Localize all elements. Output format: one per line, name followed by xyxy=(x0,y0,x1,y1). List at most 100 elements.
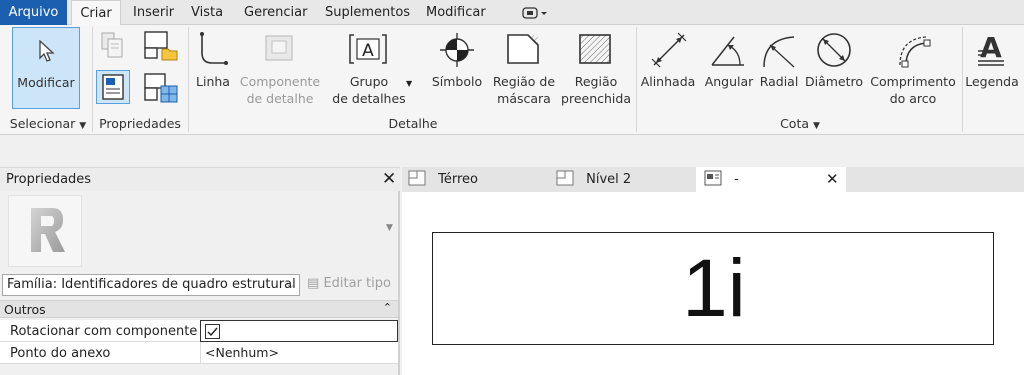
aligned-dimension-icon xyxy=(651,32,687,68)
property-label: Ponto do anexo xyxy=(10,346,111,361)
property-group-label: Outros xyxy=(4,302,46,317)
select-panel-label: Selecionar xyxy=(9,116,76,131)
chevron-down-icon: ⌵ xyxy=(286,278,295,291)
family-view-icon xyxy=(704,170,722,186)
property-value xyxy=(200,320,398,342)
legend-button[interactable]: A Legenda xyxy=(964,27,1024,109)
legend-label: Legenda xyxy=(965,74,1019,89)
masking-region-button[interactable]: Região de máscara xyxy=(490,27,558,109)
properties-button[interactable] xyxy=(96,70,130,104)
floor-plan-icon xyxy=(408,170,426,186)
tag-label-box[interactable]: 1i xyxy=(432,232,994,345)
radial-dimension-label: Radial xyxy=(759,74,799,89)
contextual-tab-dropdown[interactable] xyxy=(516,0,554,25)
edit-type-label: Editar tipo xyxy=(323,276,391,291)
diameter-dimension-icon xyxy=(817,33,851,67)
symbol-button[interactable]: Símbolo xyxy=(426,27,488,109)
tab-modificar[interactable]: Modificar xyxy=(420,0,492,25)
symbol-icon xyxy=(440,33,474,67)
arc-length-dimension-button[interactable]: Comprimento do arco xyxy=(866,27,960,109)
chevron-down-icon: ▼ xyxy=(813,121,820,131)
filled-region-button[interactable]: Região preenchida xyxy=(560,27,632,109)
aligned-dimension-label: Alinhada xyxy=(640,74,696,89)
collapse-icon[interactable]: ⌃ xyxy=(383,301,392,314)
revit-logo-icon xyxy=(31,208,65,252)
file-menu-tab[interactable]: Arquivo xyxy=(0,0,67,25)
detail-component-label-2: de detalhe xyxy=(246,91,314,106)
attachment-point-value[interactable]: <Nenhum> xyxy=(200,342,398,364)
property-row: Ponto do anexo <Nenhum> xyxy=(0,342,398,364)
chevron-down-icon: ▼ xyxy=(406,79,413,88)
view-tab-active[interactable]: - ✕ xyxy=(696,167,846,192)
type-properties-icon xyxy=(101,32,123,58)
view-tab-bar: Térreo Nível 2 - ✕ xyxy=(402,167,1024,192)
detail-group-button[interactable]: A Grupo de detalhes ▼ xyxy=(330,27,416,109)
svg-text:A: A xyxy=(362,41,374,61)
panel-divider xyxy=(188,27,189,132)
properties-palette: Propriedades ✕ ▼ Família: Identificadore… xyxy=(0,167,400,375)
diameter-dimension-button[interactable]: Diâmetro xyxy=(802,27,866,109)
options-bar xyxy=(0,136,1024,167)
edit-type-icon: ▤ xyxy=(307,276,320,291)
tab-criar[interactable]: Criar xyxy=(71,0,121,26)
drawing-canvas[interactable]: 1i xyxy=(402,192,1024,375)
modify-button[interactable]: Modificar xyxy=(12,27,80,109)
arc-length-label-2: do arco xyxy=(889,91,937,106)
angular-dimension-label: Angular xyxy=(704,74,754,89)
diameter-dimension-label: Diâmetro xyxy=(804,74,864,89)
tag-label-text: 1i xyxy=(682,243,746,334)
properties-title: Propriedades xyxy=(6,172,92,187)
radial-dimension-icon xyxy=(763,36,795,68)
aligned-dimension-button[interactable]: Alinhada xyxy=(638,27,698,109)
close-icon[interactable]: ✕ xyxy=(382,169,396,189)
arc-length-label: Comprimento xyxy=(870,74,956,89)
dimension-panel-dropdown[interactable]: Cota ▼ xyxy=(638,114,962,134)
detail-line-button[interactable]: Linha xyxy=(192,27,234,109)
svg-text:A: A xyxy=(980,31,1002,64)
masking-region-label: Região de xyxy=(492,74,556,89)
ribbon: Modificar Selecionar ▼ Propriedades Linh… xyxy=(0,25,1024,135)
panel-divider xyxy=(636,27,637,132)
rotate-with-component-checkbox[interactable] xyxy=(205,324,220,339)
camera-icon xyxy=(522,6,547,19)
filled-region-label-2: preenchida xyxy=(561,91,631,106)
property-label: Rotacionar com componente xyxy=(10,324,198,339)
floor-plan-icon xyxy=(556,170,574,186)
detail-component-button: Componente de detalhe xyxy=(236,27,324,109)
select-panel-dropdown[interactable]: Selecionar ▼ xyxy=(6,114,90,134)
detail-group-label: Grupo xyxy=(349,74,389,89)
panel-divider xyxy=(962,27,963,132)
symbol-label: Símbolo xyxy=(431,74,483,89)
chevron-down-icon[interactable]: ▼ xyxy=(386,223,393,233)
tab-gerenciar[interactable]: Gerenciar xyxy=(238,0,313,25)
detail-panel-label: Detalhe xyxy=(388,116,438,131)
dimension-panel-label: Cota xyxy=(780,116,810,131)
radial-dimension-button[interactable]: Radial xyxy=(758,27,800,109)
tab-inserir[interactable]: Inserir xyxy=(127,0,180,25)
edit-type-button[interactable]: ▤ Editar tipo xyxy=(307,276,391,291)
angular-dimension-icon xyxy=(711,36,744,66)
angular-dimension-button[interactable]: Angular xyxy=(700,27,758,109)
property-group-header[interactable]: Outros ⌃ xyxy=(0,300,398,318)
filled-region-icon xyxy=(579,34,611,64)
chevron-down-icon: ▼ xyxy=(79,121,87,131)
tab-vista[interactable]: Vista xyxy=(185,0,229,25)
cursor-arrow-icon xyxy=(39,40,55,62)
type-selector-value: Família: Identificadores de quadro estru… xyxy=(7,277,296,292)
family-category-icon[interactable] xyxy=(142,71,180,105)
view-tab-label: Térreo xyxy=(438,172,478,187)
masking-region-label-2: máscara xyxy=(497,91,551,106)
tab-suplementos[interactable]: Suplementos xyxy=(319,0,416,25)
view-tab-terreo[interactable]: Térreo xyxy=(408,167,548,192)
legend-icon: A xyxy=(978,31,1004,66)
view-tab-nivel-2[interactable]: Nível 2 xyxy=(556,167,696,192)
properties-panel-label: Propriedades xyxy=(99,116,181,131)
detail-line-icon xyxy=(200,32,228,65)
detail-component-icon xyxy=(265,35,293,61)
view-tab-label: Nível 2 xyxy=(586,172,632,187)
close-icon[interactable]: ✕ xyxy=(826,167,839,192)
properties-palette-icon xyxy=(102,74,124,100)
family-types-icon[interactable] xyxy=(142,29,180,63)
type-selector-dropdown[interactable]: Família: Identificadores de quadro estru… xyxy=(2,274,300,296)
detail-component-label: Componente xyxy=(239,74,321,89)
